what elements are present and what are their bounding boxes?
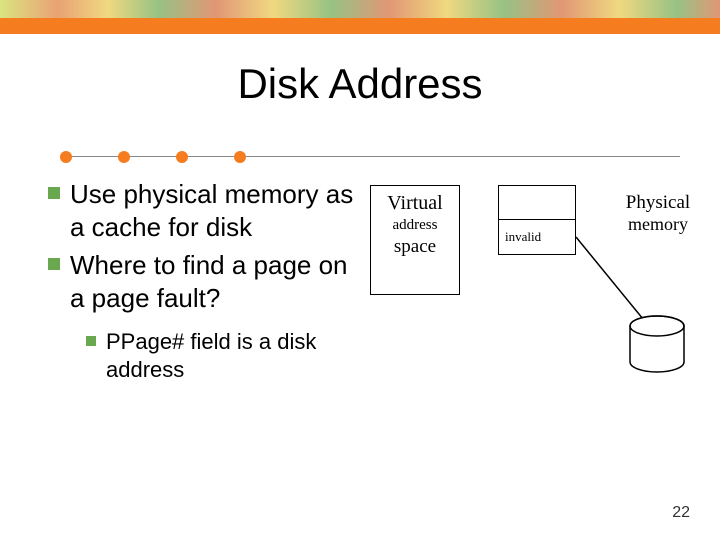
- physical-memory-label: Physical memory: [618, 192, 698, 235]
- decorative-orange-bar: [0, 18, 720, 34]
- sub-bullet-list: PPage# field is a disk address: [86, 328, 358, 383]
- page-number: 22: [672, 504, 690, 522]
- page-table-box: invalid: [498, 185, 576, 255]
- square-bullet-icon: [48, 187, 60, 199]
- pm-line2: memory: [618, 214, 698, 235]
- bullet-text: Where to find a page on a page fault?: [70, 249, 358, 314]
- square-bullet-icon: [86, 336, 96, 346]
- dot-icon: [60, 151, 72, 163]
- virtual-address-space-box: Virtual address space: [370, 185, 460, 295]
- sub-bullet-text: PPage# field is a disk address: [106, 328, 358, 383]
- bullet-list: Use physical memory as a cache for disk …: [48, 178, 358, 389]
- list-item: PPage# field is a disk address: [86, 328, 358, 383]
- slide: Disk Address Use physical memory as a ca…: [0, 0, 720, 540]
- slide-title: Disk Address: [0, 60, 720, 108]
- square-bullet-icon: [48, 258, 60, 270]
- dot-icon: [118, 151, 130, 163]
- pm-line1: Physical: [618, 192, 698, 214]
- list-item: Where to find a page on a page fault?: [48, 249, 358, 314]
- memory-diagram: Virtual address space invalid Physical m…: [370, 180, 700, 430]
- decorative-dots: [60, 150, 292, 164]
- vas-line3: space: [371, 236, 459, 258]
- bullet-text: Use physical memory as a cache for disk: [70, 178, 358, 243]
- page-table-row-invalid: invalid: [499, 220, 575, 254]
- page-table-row: [499, 186, 575, 220]
- decorative-top-band: [0, 0, 720, 18]
- disk-icon: [628, 315, 686, 373]
- dot-icon: [234, 151, 246, 163]
- vas-line2: address: [371, 217, 459, 234]
- dot-icon: [176, 151, 188, 163]
- list-item: Use physical memory as a cache for disk: [48, 178, 358, 243]
- vas-line1: Virtual: [371, 192, 459, 215]
